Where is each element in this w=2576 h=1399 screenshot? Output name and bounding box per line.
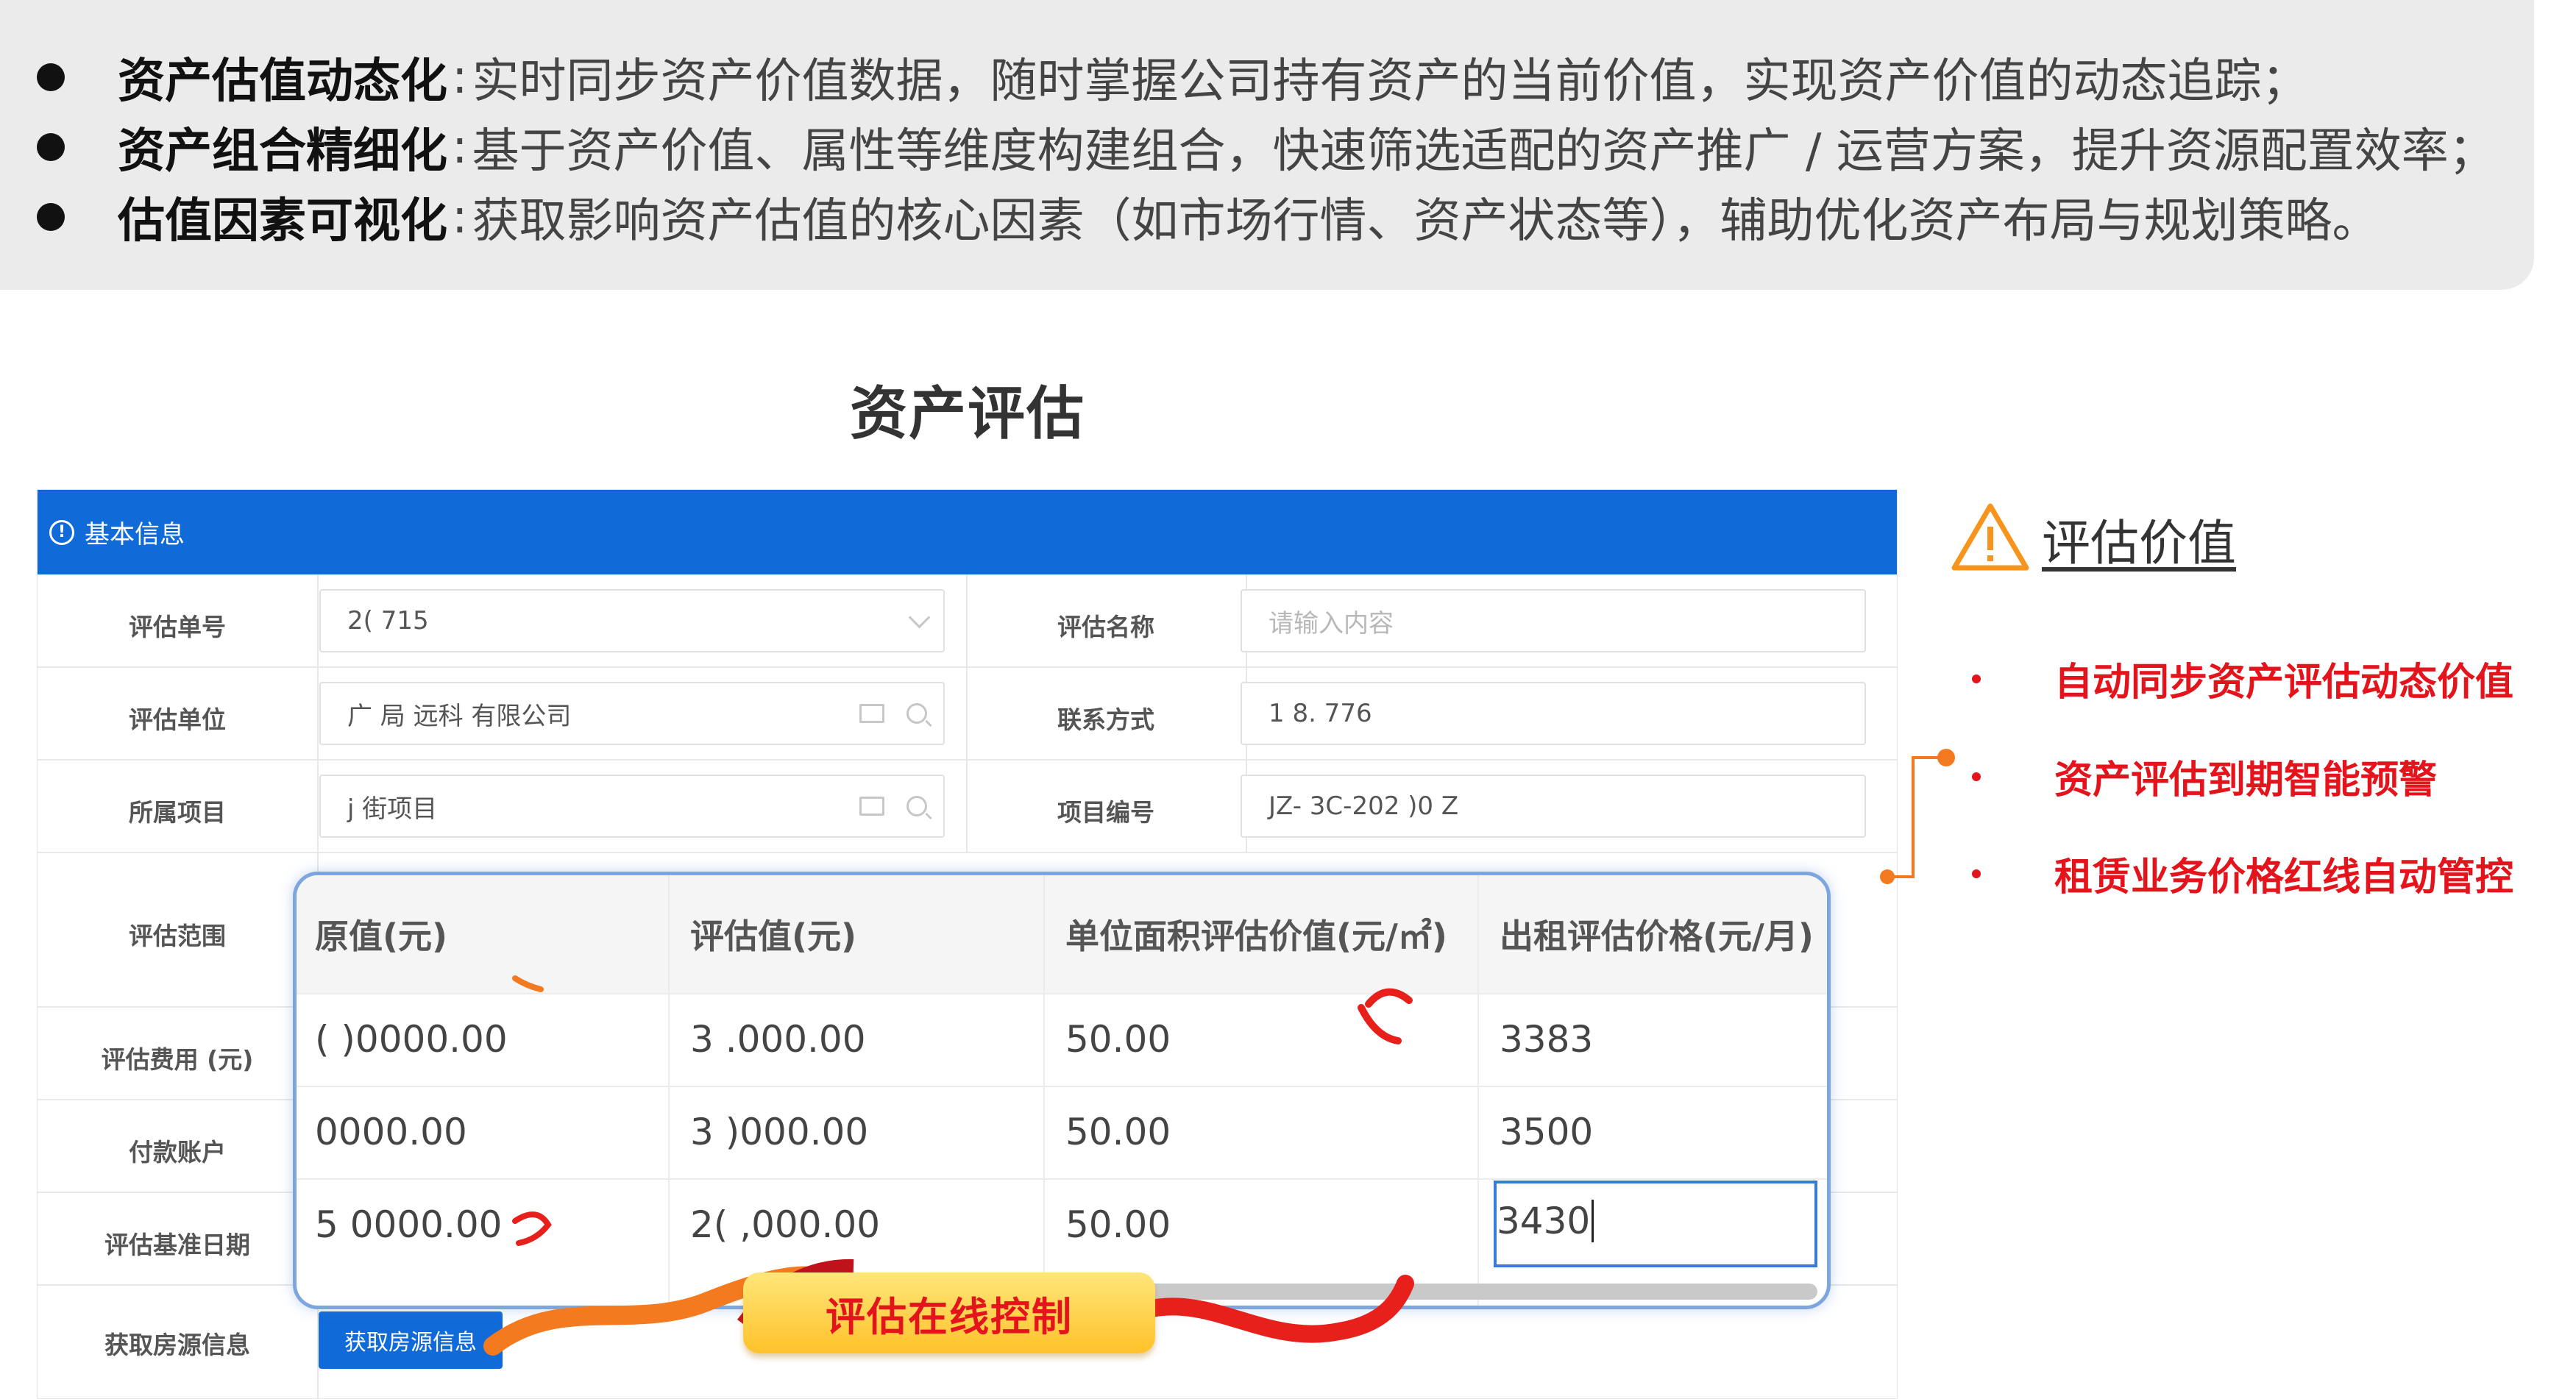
evaluation-value-title: 评估价值 [2042, 515, 2236, 572]
bullet-icon [1972, 869, 1981, 878]
feature-item: 自动同步资产评估动态价值 [1972, 651, 2513, 706]
feature-text: 租赁业务价格红线自动管控 [2054, 855, 2514, 900]
feature-item: 租赁业务价格红线自动管控 [1972, 846, 2513, 901]
feature-text: 资产评估到期智能预警 [2054, 758, 2438, 802]
bullet-icon [1972, 772, 1981, 781]
feature-item: 资产评估到期智能预警 [1972, 749, 2437, 804]
bullet-icon [1972, 674, 1981, 683]
warning-icon [1951, 503, 2029, 571]
online-control-banner: 评估在线控制 [743, 1272, 1155, 1353]
feature-text: 自动同步资产评估动态价值 [2054, 661, 2514, 705]
